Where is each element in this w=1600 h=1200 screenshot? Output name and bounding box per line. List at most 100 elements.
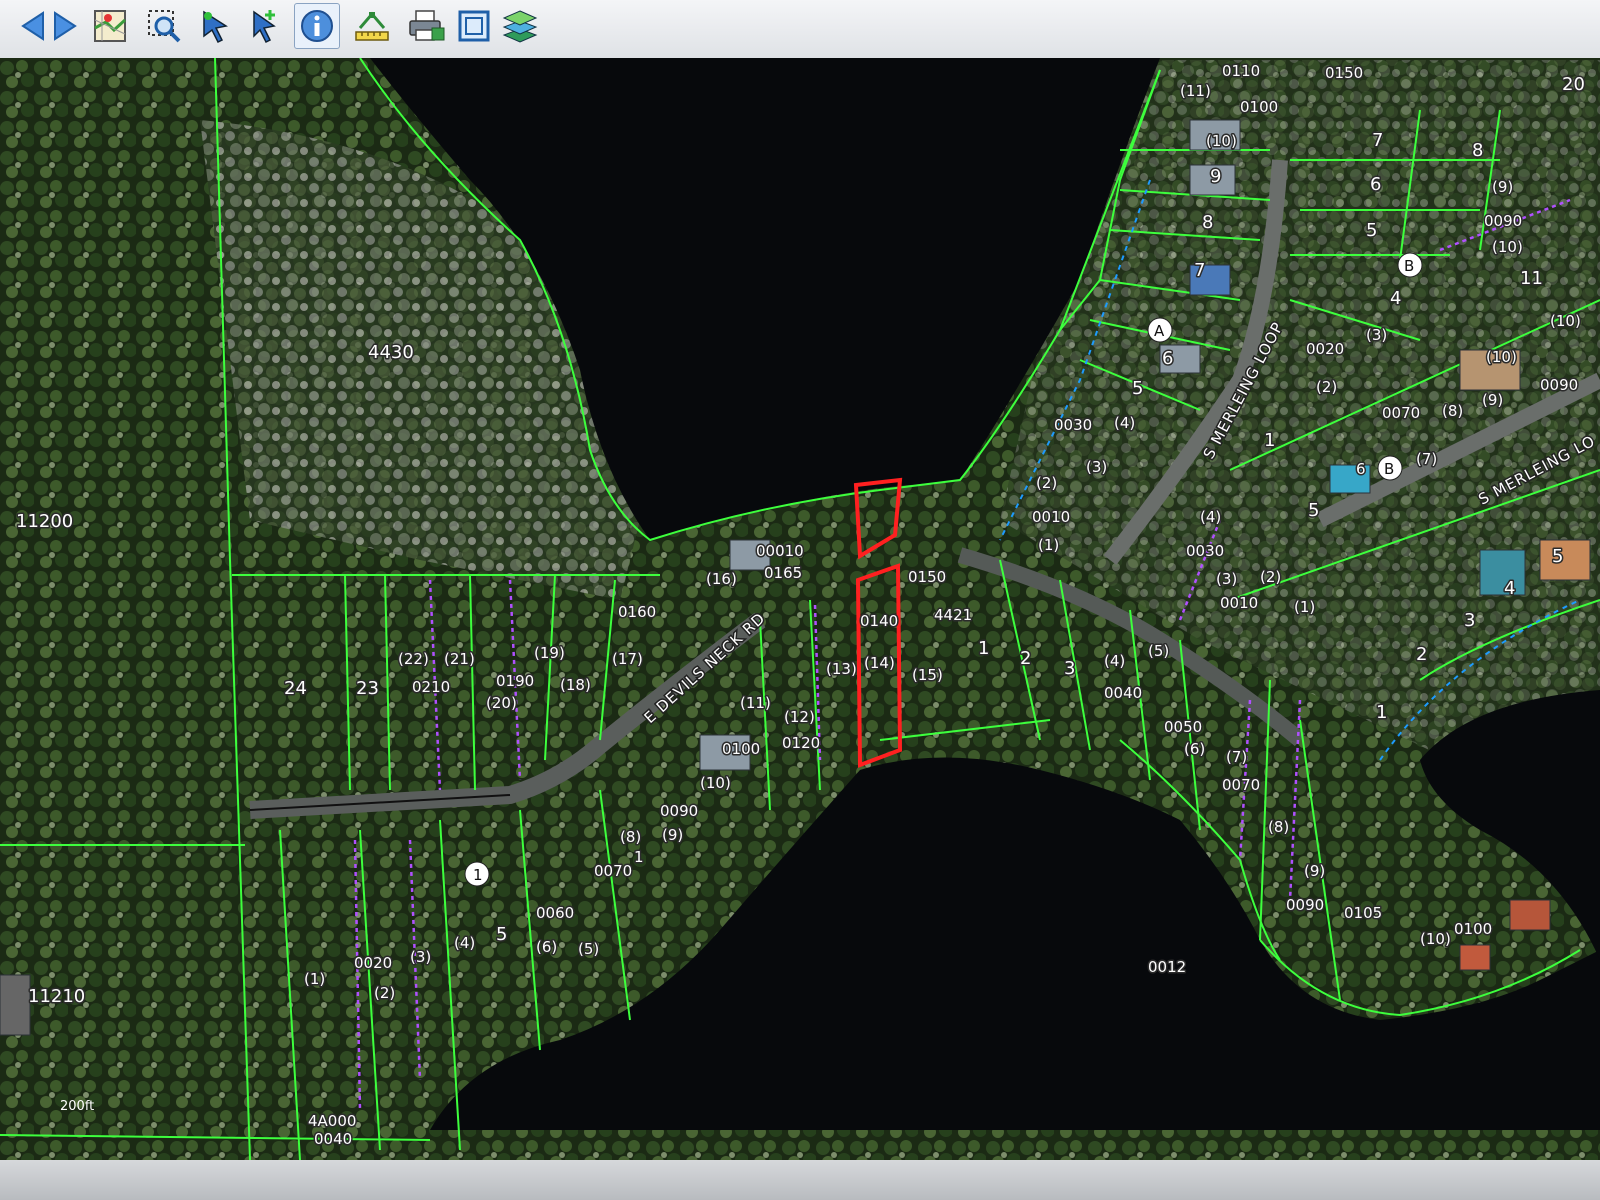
parcel-label: (6) — [536, 938, 557, 956]
parcel-label: (17) — [612, 650, 643, 668]
parcel-label: (10) — [1206, 132, 1237, 150]
parcel-label: 0165 — [764, 564, 802, 582]
parcel-label: 0150 — [1325, 64, 1363, 82]
parcel-label: 0090 — [1484, 212, 1522, 230]
parcel-label: 0150 — [908, 568, 946, 586]
map-toolbar — [0, 0, 1600, 60]
parcel-label: 5 — [1366, 220, 1377, 241]
parcel-label: 4421 — [934, 606, 972, 624]
parcel-label: 4 — [1390, 288, 1401, 309]
map-canvas[interactable]: E DEVILS NECK RD S MERLEING LOOP S MERLE… — [0, 58, 1600, 1160]
parcel-label: 6 — [1356, 460, 1366, 478]
parcel-label: (14) — [864, 654, 895, 672]
parcel-label: 0010 — [1220, 594, 1258, 612]
parcel-label: 0090 — [1286, 896, 1324, 914]
parcel-label: 0100 — [722, 740, 760, 758]
parcel-label: (3) — [1086, 458, 1107, 476]
select-arrow-icon[interactable] — [196, 6, 236, 46]
full-extent-icon[interactable] — [454, 6, 494, 46]
parcel-label: 0040 — [1104, 684, 1142, 702]
parcel-label: (20) — [486, 694, 517, 712]
parcel-label: 11200 — [16, 511, 73, 532]
parcel-label: 0030 — [1054, 416, 1092, 434]
parcel-label: (19) — [534, 644, 565, 662]
parcel-label: 5 — [1552, 546, 1563, 567]
scale-label: 200ft — [60, 1099, 94, 1114]
parcel-label: (8) — [1268, 818, 1289, 836]
measure-icon[interactable] — [350, 6, 394, 46]
parcel-label: (1) — [1294, 598, 1315, 616]
parcel-label: (22) — [398, 650, 429, 668]
parcel-label: 4 — [1504, 578, 1515, 599]
parcel-label: 4A000 — [308, 1112, 356, 1130]
parcel-label: 5 — [1308, 500, 1319, 521]
parcel-label: 0210 — [412, 678, 450, 696]
zoom-selection-icon[interactable] — [144, 6, 184, 46]
parcel-label: (21) — [444, 650, 475, 668]
parcel-label: (2) — [374, 984, 395, 1002]
layers-icon[interactable] — [500, 6, 540, 46]
parcel-label: 1 — [634, 848, 644, 866]
parcel-label: (9) — [662, 826, 683, 844]
parcel-label: (3) — [1366, 326, 1387, 344]
parcel-label: (11) — [1180, 82, 1211, 100]
overview-map-icon[interactable] — [90, 6, 130, 46]
parcel-label: 8 — [1202, 212, 1213, 233]
parcel-label: 6 — [1162, 348, 1173, 369]
aerial-parcel-map[interactable]: E DEVILS NECK RD S MERLEING LOOP S MERLE… — [0, 58, 1600, 1160]
forward-arrow-icon[interactable] — [46, 6, 86, 46]
parcel-label: (4) — [1114, 414, 1135, 432]
parcel-label: 0100 — [1454, 920, 1492, 938]
parcel-label: 5 — [496, 924, 507, 945]
parcel-label: 0140 — [860, 612, 898, 630]
parcel-label: (9) — [1492, 178, 1513, 196]
parcel-label: 0190 — [496, 672, 534, 690]
parcel-label: (2) — [1316, 378, 1337, 396]
parcel-label: (9) — [1482, 391, 1503, 409]
parcel-label: 9 — [1210, 166, 1221, 187]
parcel-label: (7) — [1226, 748, 1247, 766]
parcel-label: (4) — [1200, 508, 1221, 526]
identify-info-icon[interactable] — [294, 3, 340, 49]
select-add-icon[interactable] — [244, 6, 284, 46]
parcel-label: (10) — [1550, 312, 1581, 330]
block-label: B — [1384, 460, 1394, 478]
parcel-label: (4) — [454, 934, 475, 952]
parcel-label: (1) — [304, 970, 325, 988]
parcel-label: 0010 — [1032, 508, 1070, 526]
parcel-label: (8) — [1442, 402, 1463, 420]
parcel-label: (9) — [1304, 862, 1325, 880]
parcel-label: 3 — [1064, 658, 1075, 679]
parcel-label: 0090 — [1540, 376, 1578, 394]
parcel-label: (15) — [912, 666, 943, 684]
parcel-label: (8) — [620, 828, 641, 846]
parcel-label: 20 — [1562, 74, 1585, 95]
parcel-label: 3 — [1464, 610, 1475, 631]
parcel-label: 0110 — [1222, 62, 1260, 80]
parcel-label: 7 — [1194, 260, 1205, 281]
parcel-label: 5 — [1132, 378, 1143, 399]
parcel-label: 0100 — [1240, 98, 1278, 116]
parcel-label: (10) — [1486, 348, 1517, 366]
block-label: A — [1154, 322, 1165, 340]
parcel-label: 23 — [356, 678, 379, 699]
parcel-label: (13) — [826, 660, 857, 678]
parcel-label: 0020 — [1306, 340, 1344, 358]
parcel-label: (3) — [410, 948, 431, 966]
parcel-label: (5) — [1148, 642, 1169, 660]
monitor-bezel — [0, 1160, 1600, 1200]
parcel-label: 0070 — [594, 862, 632, 880]
parcel-label: (1) — [1038, 536, 1059, 554]
parcel-label: (6) — [1184, 740, 1205, 758]
parcel-label: 0105 — [1344, 904, 1382, 922]
parcel-label: 0030 — [1186, 542, 1224, 560]
print-icon[interactable] — [404, 6, 448, 46]
parcel-label: (16) — [706, 570, 737, 588]
parcel-label: 0040 — [314, 1130, 352, 1148]
parcel-label: 0070 — [1222, 776, 1260, 794]
parcel-label: 0020 — [354, 954, 392, 972]
parcel-label: 11210 — [28, 986, 85, 1007]
parcel-label: 0120 — [782, 734, 820, 752]
parcel-label: 6 — [1370, 174, 1381, 195]
parcel-label: (5) — [578, 940, 599, 958]
